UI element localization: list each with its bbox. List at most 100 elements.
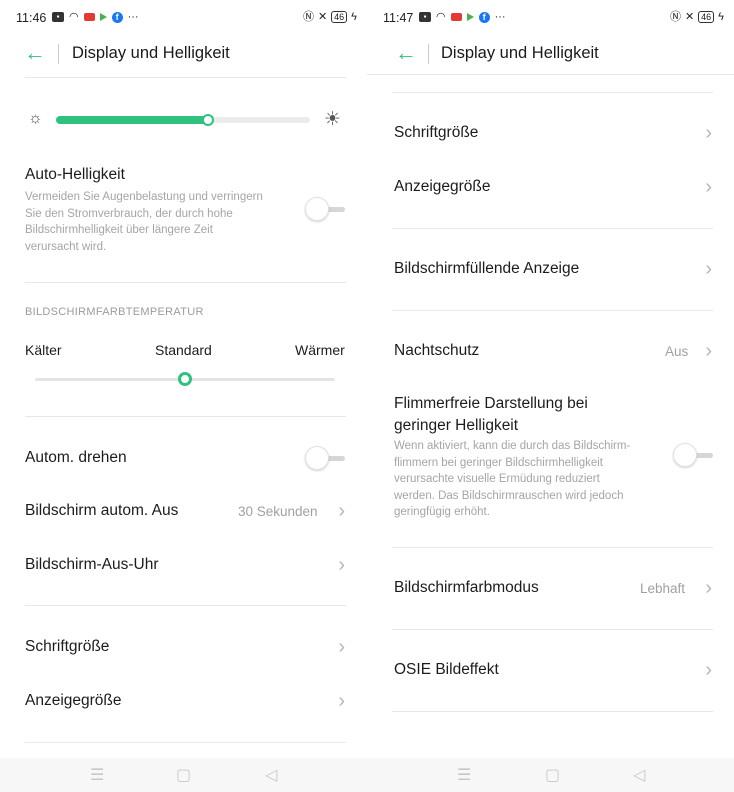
gallery-notification-icon: ▪ — [52, 12, 64, 22]
color-temp-slider[interactable] — [35, 372, 335, 386]
brightness-thumb[interactable] — [202, 114, 215, 126]
navigation-bar: ☰ ▢ ◁ — [0, 758, 367, 792]
menu-nav-icon[interactable]: ☰ — [457, 765, 471, 785]
system-icons: Ⓝ ✕ 46 ϟ — [303, 11, 357, 23]
chevron-right-icon: › — [338, 554, 345, 576]
color-temp-thumb[interactable] — [178, 372, 192, 386]
divider — [25, 416, 346, 417]
appbar-separator — [428, 44, 429, 64]
screen-off-clock-row[interactable]: Bildschirm-Aus-Uhr › — [0, 544, 367, 588]
right-screen: 11:47 ▪ ◠ f ··· Ⓝ ✕ 46 ϟ ← Display und H… — [367, 0, 734, 792]
back-nav-icon[interactable]: ◁ — [633, 765, 645, 785]
auto-rotate-label: Autom. drehen — [25, 449, 127, 466]
divider — [392, 547, 713, 548]
wifi-icon: ◠ — [436, 11, 446, 23]
font-size-label: Schriftgröße — [25, 638, 110, 655]
status-time: 11:47 — [383, 11, 414, 25]
chevron-right-icon: › — [338, 636, 345, 658]
desc-line: geringfügig erhöht. — [394, 506, 490, 518]
home-nav-icon[interactable]: ▢ — [176, 765, 191, 785]
flicker-free-label: Flimmerfreie Darstellung bei geringer He… — [394, 393, 588, 437]
divider — [392, 629, 713, 630]
brightness-fill — [56, 116, 209, 124]
page-title: Display und Helligkeit — [72, 44, 230, 62]
back-arrow-icon[interactable]: ← — [24, 40, 46, 66]
chevron-right-icon: › — [705, 340, 712, 362]
chevron-right-icon: › — [705, 577, 712, 599]
system-icons: Ⓝ ✕ 46 ϟ — [670, 11, 724, 23]
chevron-right-icon: › — [705, 659, 712, 681]
label-line: geringer Helligkeit — [394, 417, 519, 434]
appbar-separator — [58, 44, 59, 64]
desc-line: verursachte visuelle Ermüdung reduziert — [394, 473, 600, 485]
toggle-knob — [305, 197, 329, 221]
auto-brightness-label: Auto-Helligkeit — [25, 166, 125, 183]
screen-timeout-row[interactable]: Bildschirm autom. Aus 30 Sekunden › — [0, 490, 367, 534]
screen-timeout-label: Bildschirm autom. Aus — [25, 502, 179, 519]
app-bar: ← Display und Helligkeit — [367, 40, 734, 68]
night-shield-row[interactable]: Nachtschutz Aus › — [367, 330, 734, 374]
status-bar: 11:47 ▪ ◠ f ··· Ⓝ ✕ 46 ϟ — [367, 8, 734, 28]
divider — [392, 228, 713, 229]
auto-brightness-desc: Vermeiden Sie Augenbelastung und verring… — [25, 189, 295, 255]
chevron-right-icon: › — [705, 122, 712, 144]
desc-line: verursacht wird. — [25, 240, 107, 253]
display-size-row[interactable]: Anzeigegröße › — [0, 680, 367, 724]
navigation-bar: ☰ ▢ ◁ — [367, 758, 734, 792]
chevron-right-icon: › — [338, 500, 345, 522]
facebook-notification-icon: f — [111, 11, 123, 23]
screen-timeout-value: 30 Sekunden — [238, 504, 318, 519]
gallery-notification-icon: ▪ — [419, 12, 431, 22]
divider — [25, 742, 346, 743]
desc-line: werden. Das Bildschirmrauschen wird jedo… — [394, 489, 624, 502]
notification-icons: ▪ ◠ f ··· — [52, 11, 139, 23]
brightness-slider[interactable] — [56, 114, 310, 126]
wifi-icon: ◠ — [69, 11, 79, 23]
desc-line: Sie den Stromverbrauch, der durch hohe — [25, 207, 233, 220]
back-nav-icon[interactable]: ◁ — [265, 765, 277, 785]
header-divider — [367, 74, 734, 75]
play-store-notification-icon — [99, 13, 107, 21]
home-nav-icon[interactable]: ▢ — [545, 765, 560, 785]
flicker-free-toggle[interactable] — [673, 443, 713, 467]
font-size-row[interactable]: Schriftgröße › — [367, 112, 734, 156]
display-size-label: Anzeigegröße — [394, 178, 491, 195]
screen-off-clock-label: Bildschirm-Aus-Uhr — [25, 556, 159, 573]
status-time: 11:46 — [16, 11, 47, 25]
osie-effect-row[interactable]: OSIE Bildeffekt › — [367, 649, 734, 693]
nfc-icon: Ⓝ — [302, 11, 314, 23]
sun-small-icon: ☼ — [28, 110, 43, 127]
divider — [25, 605, 346, 606]
auto-brightness-toggle[interactable] — [305, 197, 345, 221]
more-notifications-icon: ··· — [494, 11, 506, 23]
color-temp-standard-label: Standard — [155, 342, 212, 358]
chevron-right-icon: › — [338, 690, 345, 712]
play-store-notification-icon — [466, 13, 474, 21]
vibrate-icon: ✕ — [684, 11, 695, 23]
divider — [392, 711, 713, 712]
youtube-notification-icon — [450, 13, 462, 21]
chevron-right-icon: › — [705, 258, 712, 280]
desc-line: flimmern bei geringer Bildschirmhelligke… — [394, 456, 603, 469]
divider — [25, 282, 346, 283]
chevron-right-icon: › — [705, 176, 712, 198]
back-arrow-icon[interactable]: ← — [395, 40, 417, 66]
night-shield-label: Nachtschutz — [394, 342, 480, 359]
display-size-row[interactable]: Anzeigegröße › — [367, 166, 734, 210]
divider — [392, 92, 713, 93]
night-shield-value: Aus — [665, 344, 689, 359]
youtube-notification-icon — [83, 13, 95, 21]
color-temp-cold-label: Kälter — [25, 342, 62, 358]
desc-line: Vermeiden Sie Augenbelastung und verring… — [25, 191, 263, 203]
page-title: Display und Helligkeit — [441, 44, 599, 62]
font-size-row[interactable]: Schriftgröße › — [0, 626, 367, 670]
notification-icons: ▪ ◠ f ··· — [419, 11, 506, 23]
auto-rotate-toggle[interactable] — [305, 446, 345, 470]
menu-nav-icon[interactable]: ☰ — [90, 765, 104, 785]
color-mode-label: Bildschirmfarbmodus — [394, 579, 539, 596]
fullscreen-display-row[interactable]: Bildschirmfüllende Anzeige › — [367, 248, 734, 292]
color-temp-warm-label: Wärmer — [295, 342, 345, 358]
color-mode-row[interactable]: Bildschirmfarbmodus Lebhaft › — [367, 567, 734, 611]
charging-icon: ϟ — [718, 11, 724, 23]
vibrate-icon: ✕ — [317, 11, 328, 23]
